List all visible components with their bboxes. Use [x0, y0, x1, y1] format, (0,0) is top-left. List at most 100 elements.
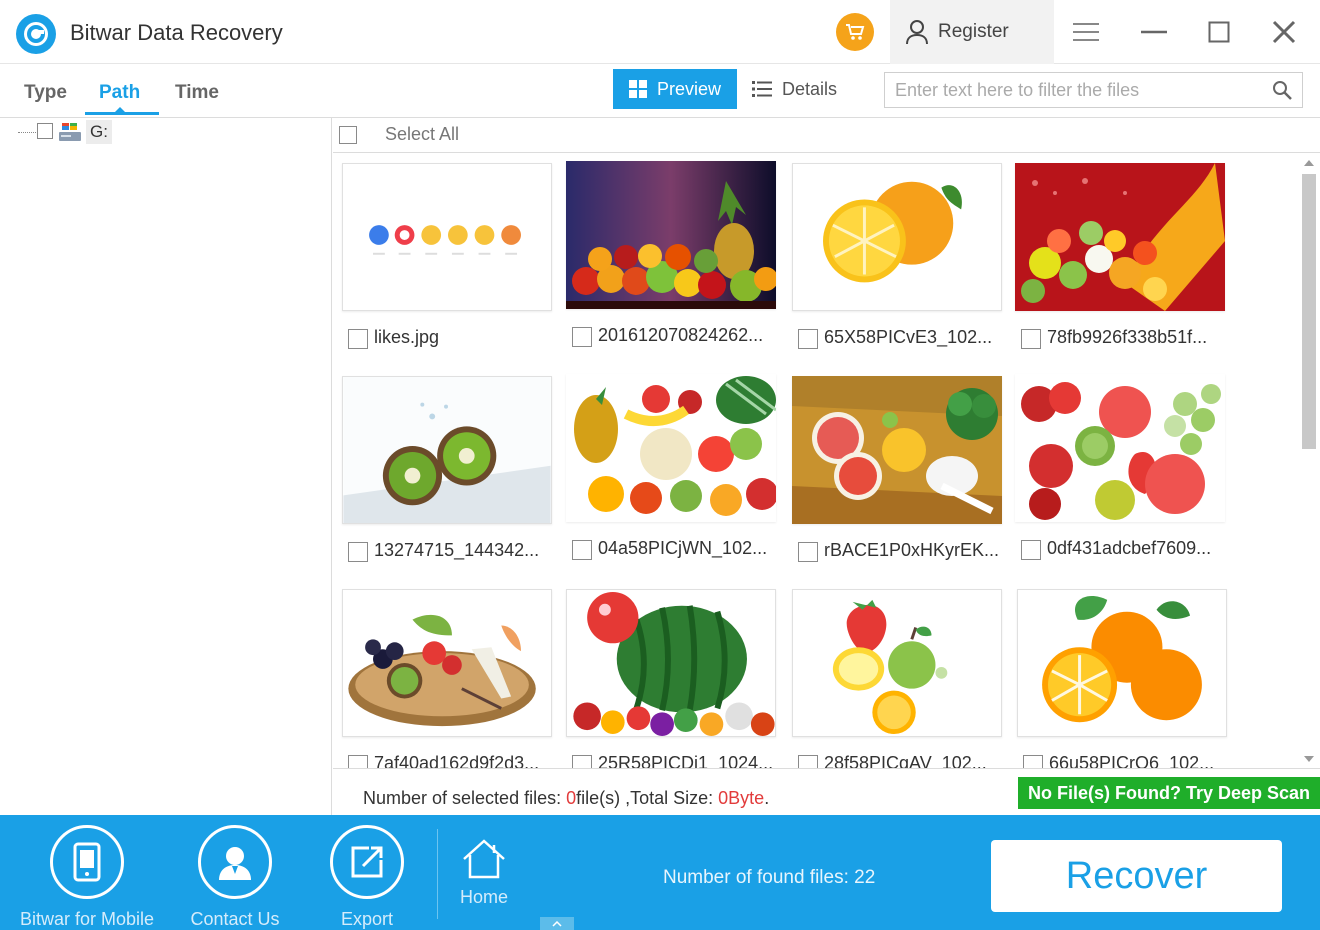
file-thumbnail[interactable] [792, 589, 1002, 737]
file-thumbnail[interactable] [1015, 374, 1225, 522]
file-checkbox[interactable] [798, 755, 818, 768]
mobile-icon [50, 825, 124, 899]
file-checkbox[interactable] [798, 542, 818, 562]
file-checkbox[interactable] [1021, 540, 1041, 560]
home-button[interactable]: Home [460, 837, 508, 908]
selected-label: Number of selected files: [363, 788, 567, 808]
close-icon[interactable] [1268, 16, 1300, 48]
file-checkbox[interactable] [1021, 329, 1041, 349]
details-button[interactable]: Details [752, 69, 852, 109]
file-checkbox[interactable] [572, 540, 592, 560]
export-icon [330, 825, 404, 899]
file-name: 25R58PICDi1_1024... [598, 753, 774, 768]
scroll-down-icon[interactable] [1304, 756, 1314, 762]
file-name: 04a58PICjWN_102... [598, 538, 768, 558]
deep-scan-button[interactable]: No File(s) Found? Try Deep Scan [1018, 777, 1320, 809]
maximize-icon[interactable] [1203, 16, 1235, 48]
grid-icon [628, 80, 647, 98]
register-button[interactable]: Register [890, 0, 1054, 64]
file-thumbnail[interactable] [342, 163, 552, 311]
status-bar: Number of selected files: 0file(s) ,Tota… [333, 768, 1320, 815]
app-title: Bitwar Data Recovery [70, 20, 283, 45]
export-button[interactable]: Export [316, 825, 418, 930]
export-label: Export [340, 909, 394, 929]
file-thumbnail[interactable] [342, 376, 552, 524]
select-all-checkbox[interactable] [339, 126, 357, 144]
file-thumbnail[interactable] [1017, 589, 1227, 737]
collapse-toggle[interactable] [540, 917, 574, 930]
file-name: 78fb9926f338b51f... [1047, 327, 1208, 347]
file-thumbnail[interactable] [566, 374, 776, 522]
footer-bar: Bitwar for Mobile Contact Us Export Home… [0, 815, 1320, 930]
file-name: 201612070824262... [598, 325, 764, 345]
filter-box [884, 72, 1303, 108]
file-thumbnail[interactable] [566, 589, 776, 737]
file-name: 66u58PICrQ6_102... [1049, 753, 1215, 768]
file-checkbox[interactable] [348, 542, 368, 562]
bitwar-for-mobile-button[interactable]: Bitwar for Mobile [14, 825, 160, 930]
select-all-label[interactable]: Select All [385, 124, 459, 145]
file-name: 28f58PICgAV_102... [824, 753, 987, 768]
drive-icon [59, 123, 81, 141]
recover-button[interactable]: Recover [991, 840, 1282, 912]
active-tab-caret [114, 107, 126, 113]
selection-status: Number of selected files: 0file(s) ,Tota… [363, 788, 769, 809]
contact-us-button[interactable]: Contact Us [180, 825, 290, 930]
file-thumbnail[interactable] [342, 589, 552, 737]
preview-button[interactable]: Preview [613, 69, 737, 109]
contact-label: Contact Us [190, 909, 280, 929]
list-icon [752, 81, 772, 97]
total-size-label: ,Total Size: [620, 788, 719, 808]
user-icon [906, 20, 928, 45]
file-checkbox[interactable] [572, 327, 592, 347]
tree-connector [18, 132, 36, 133]
file-browser: Select All likes.jpg 201612070824262... … [333, 118, 1320, 815]
register-label: Register [938, 21, 1009, 42]
footer-divider [437, 829, 438, 919]
tab-path[interactable]: Path [99, 82, 140, 104]
file-checkbox[interactable] [1023, 755, 1043, 768]
file-name: rBACE1P0xHKyrEK... [824, 540, 1000, 560]
file-name: 65X58PICvE3_102... [824, 327, 993, 347]
file-name: 7af40ad162d9f2d3... [374, 753, 540, 768]
mobile-label: Bitwar for Mobile [19, 909, 155, 929]
app-logo-icon [16, 14, 56, 54]
total-size-value: 0Byte [718, 788, 765, 808]
minimize-icon[interactable] [1138, 16, 1170, 48]
tab-type[interactable]: Type [24, 82, 67, 104]
chevron-up-icon [552, 920, 562, 927]
file-checkbox[interactable] [348, 329, 368, 349]
file-thumbnail[interactable] [566, 161, 776, 309]
file-name: 13274715_144342... [374, 540, 540, 560]
details-label: Details [782, 78, 838, 99]
file-thumbnail[interactable] [1015, 163, 1225, 311]
scroll-thumb[interactable] [1302, 174, 1316, 449]
contact-icon [198, 825, 272, 899]
scroll-up-icon[interactable] [1304, 160, 1314, 166]
title-bar: Bitwar Data Recovery Register [0, 0, 1320, 64]
vertical-scrollbar[interactable] [1298, 154, 1320, 768]
search-icon[interactable] [1272, 80, 1292, 100]
menu-icon[interactable] [1070, 16, 1102, 48]
selected-unit: file(s) [576, 788, 621, 808]
preview-label: Preview [656, 78, 722, 99]
folder-tree: G: [0, 118, 332, 815]
filter-input[interactable] [885, 73, 1255, 107]
tab-time[interactable]: Time [175, 82, 219, 104]
toolbar: Type Path Time Preview Details [0, 64, 1320, 118]
home-icon [463, 839, 505, 879]
tree-drive-label[interactable]: G: [86, 120, 112, 144]
status-suffix: . [764, 788, 770, 808]
file-name: likes.jpg [374, 327, 440, 347]
file-grid: likes.jpg 201612070824262... 65X58PICvE3… [333, 154, 1293, 768]
file-name: 0df431adcbef7609... [1047, 538, 1212, 558]
tree-drive-checkbox[interactable] [37, 123, 53, 139]
file-thumbnail[interactable] [792, 163, 1002, 311]
cart-icon[interactable] [836, 13, 874, 51]
file-checkbox[interactable] [572, 755, 592, 768]
file-thumbnail[interactable] [792, 376, 1002, 524]
file-checkbox[interactable] [348, 755, 368, 768]
home-label: Home [460, 887, 509, 907]
file-checkbox[interactable] [798, 329, 818, 349]
found-files-count: Number of found files: 22 [663, 867, 876, 888]
